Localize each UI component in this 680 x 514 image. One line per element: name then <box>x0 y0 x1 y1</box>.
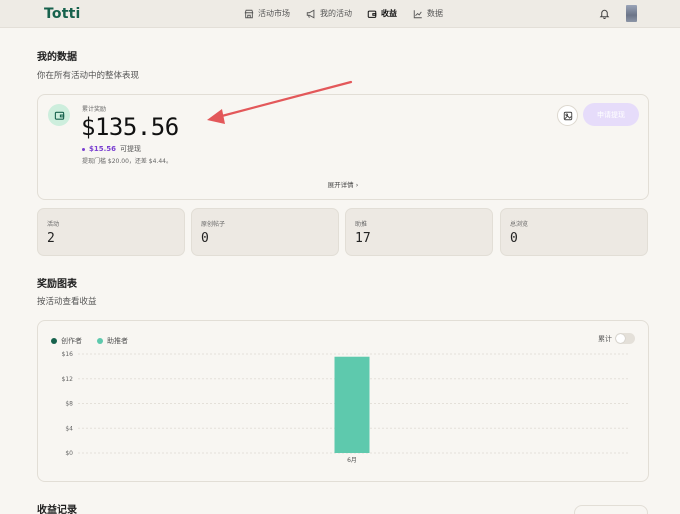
bar-booster[interactable] <box>334 356 370 453</box>
x-tick-label: 6月 <box>347 457 357 464</box>
earnings-history-title: 收益记录 <box>37 505 77 514</box>
y-tick-label: $4 <box>65 425 73 432</box>
y-tick-label: $16 <box>62 351 74 358</box>
y-tick-label: $0 <box>65 450 73 457</box>
y-tick-label: $8 <box>65 401 73 408</box>
rewards-bar-chart: $0 $4 $8 $12 $16 6月 <box>62 351 628 464</box>
history-filter-button[interactable] <box>574 505 648 514</box>
y-tick-label: $12 <box>62 376 74 383</box>
